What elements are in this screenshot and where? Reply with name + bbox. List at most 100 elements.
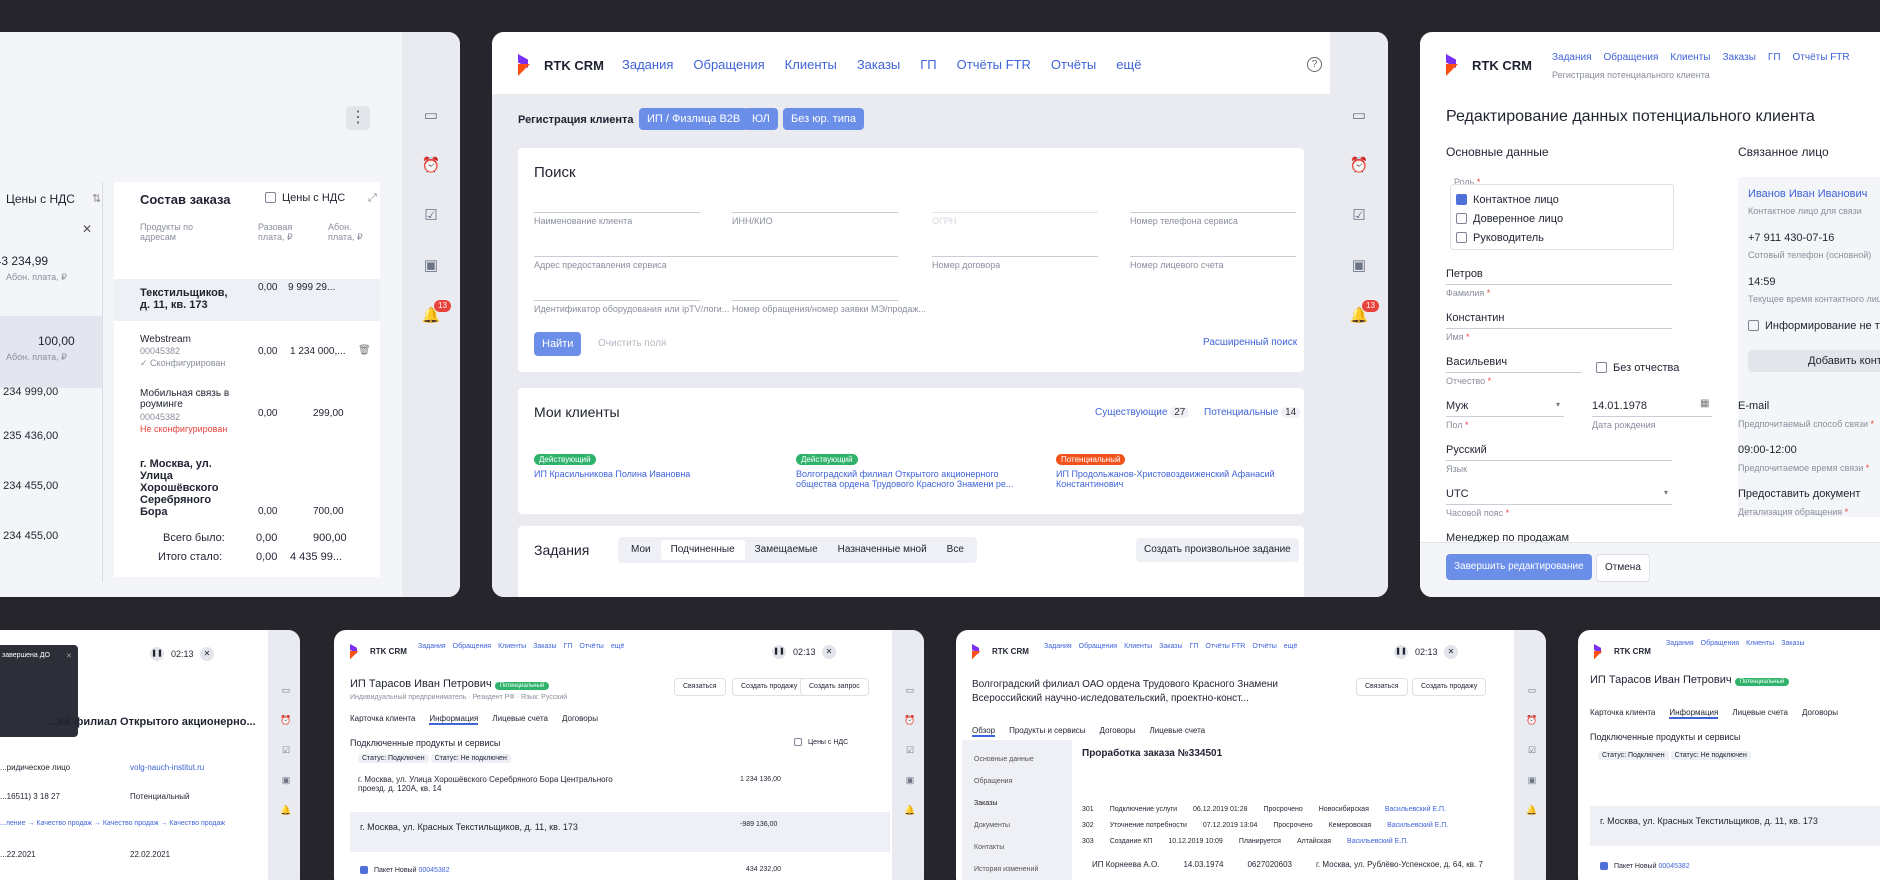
nav-orders[interactable]: Заказы bbox=[533, 643, 556, 650]
task-tab-assigned[interactable]: Назначенные мной bbox=[828, 540, 937, 560]
nav-more[interactable]: ещё bbox=[1116, 57, 1141, 72]
alarm-icon[interactable]: ⏰ bbox=[276, 710, 296, 730]
vat-b2[interactable]: Цены с НДС bbox=[794, 738, 848, 746]
task-tab-substitute[interactable]: Замещаемые bbox=[745, 540, 828, 560]
nav-gp[interactable]: ГП bbox=[920, 57, 936, 72]
messages-icon[interactable]: ▣ bbox=[276, 770, 296, 790]
middle-name-input[interactable]: Васильевич bbox=[1446, 356, 1507, 368]
role-head[interactable]: Руководитель bbox=[1456, 232, 1544, 244]
nav-gp[interactable]: ГП bbox=[1768, 52, 1781, 63]
tab-accounts[interactable]: Лицевые счета bbox=[1732, 708, 1788, 719]
side-b3-5[interactable]: История изменений bbox=[974, 866, 1038, 873]
inform-checkbox[interactable]: Информирование не т bbox=[1748, 320, 1880, 332]
pkg-b2[interactable]: Пакет Новый 00045382 bbox=[360, 866, 450, 874]
tasks-icon[interactable]: ☑ bbox=[421, 206, 441, 226]
messages-icon[interactable]: ▣ bbox=[1522, 770, 1542, 790]
tab-info[interactable]: Информация bbox=[429, 714, 479, 725]
tab-info[interactable]: Информация bbox=[1669, 708, 1719, 719]
nav-reports[interactable]: Отчёты bbox=[1051, 57, 1096, 72]
side-b3-4[interactable]: Контакты bbox=[974, 844, 1004, 851]
nav-requests[interactable]: Обращения bbox=[1604, 52, 1659, 63]
nav-orders[interactable]: Заказы bbox=[857, 57, 900, 72]
nav-orders[interactable]: Заказы bbox=[1159, 643, 1182, 650]
first-name-input[interactable]: Константин bbox=[1446, 312, 1504, 324]
tab-card[interactable]: Карточка клиента bbox=[350, 714, 415, 725]
tab-contracts[interactable]: Договоры bbox=[562, 714, 598, 725]
contact-name-link[interactable]: Иванов Иван Иванович bbox=[1748, 188, 1867, 200]
b3-row-0-p[interactable]: Васильевский Е.П. bbox=[1385, 806, 1446, 813]
side-b3-1[interactable]: Обращения bbox=[974, 778, 1012, 785]
advanced-search-link[interactable]: Расширенный поиск bbox=[1203, 337, 1297, 348]
role-trusted[interactable]: Доверенное лицо bbox=[1456, 213, 1563, 225]
nav-clients[interactable]: Клиенты bbox=[1124, 643, 1152, 650]
tasks-icon[interactable]: ☑ bbox=[276, 740, 296, 760]
field-contract[interactable] bbox=[932, 256, 1098, 257]
end-call-button[interactable]: ✕ bbox=[1444, 645, 1458, 659]
no-middle-checkbox[interactable]: Без отчества bbox=[1596, 362, 1679, 374]
end-call-button[interactable]: ✕ bbox=[822, 645, 836, 659]
nav-reports[interactable]: Отчёты bbox=[579, 643, 603, 650]
tab-products[interactable]: Продукты и сервисы bbox=[1009, 726, 1085, 737]
b3-row-2-p[interactable]: Васильевский Е.П. bbox=[1347, 838, 1408, 845]
tab-overview[interactable]: Обзор bbox=[972, 726, 996, 737]
bell-icon[interactable]: 🔔 bbox=[1522, 800, 1542, 820]
manager-field[interactable]: Менеджер по продажам bbox=[1446, 532, 1569, 542]
doc-field[interactable]: Предоставить документ bbox=[1738, 488, 1860, 500]
pkg-b4[interactable]: Пакет Новый 00045382 bbox=[1600, 862, 1690, 870]
side-b3-0[interactable]: Основные данные bbox=[974, 756, 1034, 763]
field-service-phone[interactable] bbox=[1130, 212, 1296, 213]
reg-nolegal-button[interactable]: Без юр. типа bbox=[783, 108, 864, 130]
close-icon[interactable]: ✕ bbox=[66, 652, 72, 660]
tasks-icon[interactable]: ☑ bbox=[900, 740, 920, 760]
expand-icon[interactable]: ⤢ bbox=[368, 192, 377, 205]
side-b3-2[interactable]: Заказы bbox=[974, 800, 997, 807]
create-sale-button[interactable]: Создать продажу bbox=[732, 678, 807, 696]
task-tab-subordinate[interactable]: Подчиненные bbox=[660, 540, 745, 560]
client-card-1[interactable]: Действующий ИП Красильникова Полина Иван… bbox=[534, 454, 714, 479]
alarm-icon[interactable]: ⏰ bbox=[900, 710, 920, 730]
alarm-icon[interactable]: ⏰ bbox=[421, 156, 441, 176]
potential-tab[interactable]: Потенциальные 14 bbox=[1204, 407, 1301, 418]
client-card-3[interactable]: Потенциальный ИП Продольжанов-Христовозд… bbox=[1056, 454, 1301, 489]
nav-orders[interactable]: Заказы bbox=[1722, 52, 1755, 63]
contact-button[interactable]: Связаться bbox=[674, 678, 726, 696]
nav-requests[interactable]: Обращения bbox=[1701, 640, 1739, 647]
field-ogrn[interactable] bbox=[932, 212, 1098, 213]
hours-field[interactable]: 09:00-12:00 bbox=[1738, 444, 1797, 456]
chat-icon[interactable]: ▭ bbox=[276, 680, 296, 700]
nav-more[interactable]: ещё bbox=[611, 643, 625, 650]
sex-select[interactable]: Муж bbox=[1446, 400, 1468, 412]
cancel-button[interactable]: Отмена bbox=[1596, 554, 1650, 582]
clear-search-icon[interactable]: ✕ bbox=[82, 222, 92, 236]
nav-requests[interactable]: Обращения bbox=[1079, 643, 1117, 650]
alarm-icon[interactable]: ⏰ bbox=[1522, 710, 1542, 730]
messages-icon[interactable]: ▣ bbox=[421, 256, 441, 276]
reg-ul-button[interactable]: ЮЛ bbox=[744, 108, 778, 130]
create-task-button[interactable]: Создать произвольное задание bbox=[1136, 538, 1299, 562]
tab-card[interactable]: Карточка клиента bbox=[1590, 708, 1655, 719]
chat-icon[interactable]: ▭ bbox=[1522, 680, 1542, 700]
pause-button[interactable]: ❚❚ bbox=[772, 645, 786, 659]
nav-clients[interactable]: Клиенты bbox=[785, 57, 837, 72]
finish-edit-button[interactable]: Завершить редактирование bbox=[1446, 554, 1592, 580]
find-button[interactable]: Найти bbox=[534, 332, 582, 356]
dob-input[interactable]: 14.01.1978 bbox=[1592, 400, 1647, 412]
nav-requests[interactable]: Обращения bbox=[693, 57, 764, 72]
filter-chip-connected[interactable]: Статус: Подключен bbox=[358, 754, 429, 763]
tab-accounts[interactable]: Лицевые счета bbox=[1150, 726, 1206, 737]
clear-fields-button[interactable]: Очистить поля bbox=[598, 338, 666, 349]
nav-clients[interactable]: Клиенты bbox=[1746, 640, 1774, 647]
alarm-icon[interactable]: ⏰ bbox=[1349, 156, 1369, 176]
nav-tasks[interactable]: Задания bbox=[622, 57, 673, 72]
filter-chip-not-connected[interactable]: Статус: Не подключен bbox=[430, 754, 511, 763]
client-card-2[interactable]: Действующий Волгоградский филиал Открыто… bbox=[796, 454, 1031, 489]
chat-icon[interactable]: ▭ bbox=[421, 106, 441, 126]
pause-button[interactable]: ❚❚ bbox=[1394, 645, 1408, 659]
create-sale-button[interactable]: Создать продажу bbox=[1412, 678, 1487, 696]
task-tab-all[interactable]: Все bbox=[937, 540, 974, 560]
language-select[interactable]: Русский bbox=[1446, 444, 1487, 456]
filter-chip-connected[interactable]: Статус: Подключен bbox=[1598, 751, 1669, 760]
create-request-button[interactable]: Создать запрос bbox=[800, 678, 869, 696]
task-tab-mine[interactable]: Мои bbox=[621, 540, 661, 560]
side-b3-3[interactable]: Документы bbox=[974, 822, 1010, 829]
